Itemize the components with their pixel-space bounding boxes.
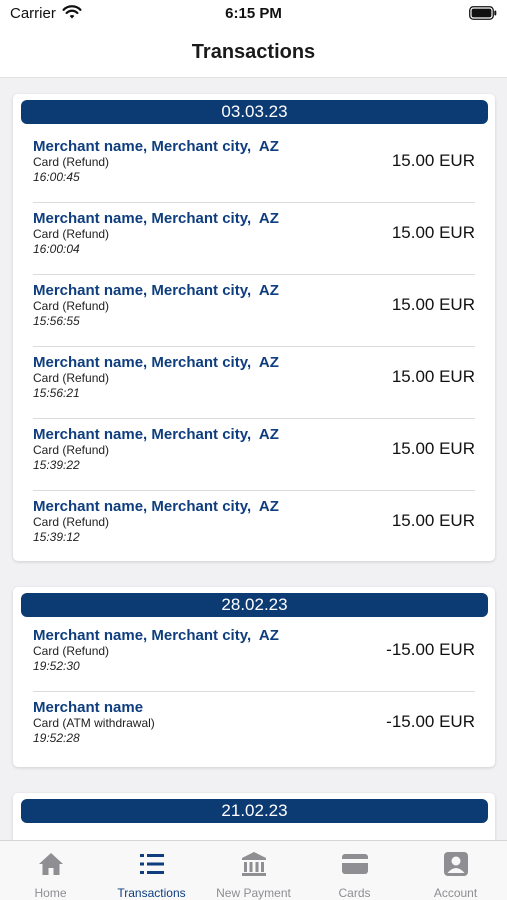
list-icon bbox=[139, 854, 164, 874]
date-header: 03.03.23 bbox=[21, 100, 488, 124]
transaction-row[interactable]: Merchant name, Merchant city, AZ Card (R… bbox=[33, 131, 475, 203]
transaction-row[interactable]: Merchant name, Merchant city, AZ Card (R… bbox=[33, 620, 475, 692]
account-icon bbox=[443, 852, 468, 876]
transaction-group: 28.02.23 Merchant name, Merchant city, A… bbox=[13, 587, 495, 767]
transaction-row[interactable]: Merchant name, Merchant city, AZ Card (R… bbox=[33, 203, 475, 275]
transaction-time: 19:52:28 bbox=[33, 731, 80, 745]
transaction-time: 15:39:22 bbox=[33, 458, 80, 472]
merchant-name: Merchant name, Merchant city, AZ bbox=[33, 627, 279, 644]
transaction-amount: 15.00 EUR bbox=[391, 367, 475, 386]
transaction-amount: 15.00 EUR bbox=[391, 295, 475, 314]
transaction-amount: -15.00 EUR bbox=[386, 640, 475, 659]
transaction-row[interactable]: Merchant name, Merchant city, AZ Card (R… bbox=[33, 275, 475, 347]
battery-icon bbox=[469, 6, 497, 20]
transaction-group: 03.03.23 Merchant name, Merchant city, A… bbox=[13, 94, 495, 561]
status-bar: Carrier 6:15 PM bbox=[0, 0, 507, 30]
tab-label: Home bbox=[34, 886, 67, 900]
transactions-list[interactable]: 03.03.23 Merchant name, Merchant city, A… bbox=[0, 79, 507, 840]
merchant-name: Merchant name, Merchant city, AZ bbox=[33, 210, 279, 227]
transaction-type: Card (Refund) bbox=[33, 155, 110, 169]
transaction-time: 15:39:12 bbox=[33, 530, 80, 544]
tab-cards[interactable]: Cards bbox=[304, 841, 405, 900]
transaction-type: Card (Refund) bbox=[33, 371, 110, 385]
transaction-type: Card (Refund) bbox=[33, 299, 110, 313]
merchant-name: Merchant name, Merchant city, AZ bbox=[33, 426, 279, 443]
tab-account[interactable]: Account bbox=[405, 841, 506, 900]
merchant-name: Merchant name, Merchant city, AZ bbox=[33, 354, 279, 371]
transaction-time: 16:00:04 bbox=[33, 242, 80, 256]
card-icon bbox=[341, 854, 368, 874]
transaction-amount: 15.00 EUR bbox=[391, 511, 475, 530]
date-header: 21.02.23 bbox=[21, 799, 488, 823]
date-header: 28.02.23 bbox=[21, 593, 488, 617]
tab-label: Transactions bbox=[117, 886, 186, 900]
merchant-name: Merchant name bbox=[33, 699, 144, 716]
transaction-amount: 15.00 EUR bbox=[391, 439, 475, 458]
page-title: Transactions bbox=[191, 41, 316, 63]
tab-new-payment[interactable]: New Payment bbox=[203, 841, 304, 900]
merchant-name: Merchant name, Merchant city, AZ bbox=[33, 498, 279, 515]
transaction-time: 19:52:30 bbox=[33, 659, 80, 673]
transaction-row[interactable]: Merchant name, Merchant city, AZ Card (R… bbox=[33, 491, 475, 563]
transaction-type: Card (ATM withdrawal) bbox=[33, 716, 155, 730]
merchant-name: Merchant name, Merchant city, AZ bbox=[33, 282, 279, 299]
transaction-time: 16:00:45 bbox=[33, 170, 80, 184]
transaction-time: 15:56:21 bbox=[33, 386, 80, 400]
transaction-amount: 15.00 EUR bbox=[391, 151, 475, 170]
transaction-group: 21.02.23 bbox=[13, 793, 495, 840]
transaction-row[interactable]: Merchant name, Merchant city, AZ Card (R… bbox=[33, 419, 475, 491]
tab-home[interactable]: Home bbox=[0, 841, 101, 900]
transaction-type: Card (Refund) bbox=[33, 443, 110, 457]
transaction-type: Card (Refund) bbox=[33, 515, 110, 529]
transaction-time: 15:56:55 bbox=[33, 314, 80, 328]
tab-bar: Home Transactions New Payment Cards Acco… bbox=[0, 840, 507, 900]
transaction-type: Card (Refund) bbox=[33, 644, 110, 658]
home-icon bbox=[38, 853, 63, 875]
bank-icon bbox=[241, 852, 266, 876]
tab-label: New Payment bbox=[216, 886, 291, 900]
navigation-header: Transactions bbox=[0, 30, 507, 78]
transaction-row[interactable]: Merchant name, Merchant city, AZ Card (R… bbox=[33, 347, 475, 419]
tab-label: Cards bbox=[338, 886, 371, 900]
transaction-amount: -15.00 EUR bbox=[386, 712, 475, 731]
status-time: 6:15 PM bbox=[225, 5, 282, 22]
transaction-amount: 15.00 EUR bbox=[391, 223, 475, 242]
merchant-name: Merchant name, Merchant city, AZ bbox=[33, 138, 279, 155]
transaction-row[interactable]: Merchant name Card (ATM withdrawal) 19:5… bbox=[33, 692, 475, 764]
transaction-type: Card (Refund) bbox=[33, 227, 110, 241]
tab-label: Account bbox=[433, 886, 478, 900]
tab-transactions[interactable]: Transactions bbox=[101, 841, 202, 900]
